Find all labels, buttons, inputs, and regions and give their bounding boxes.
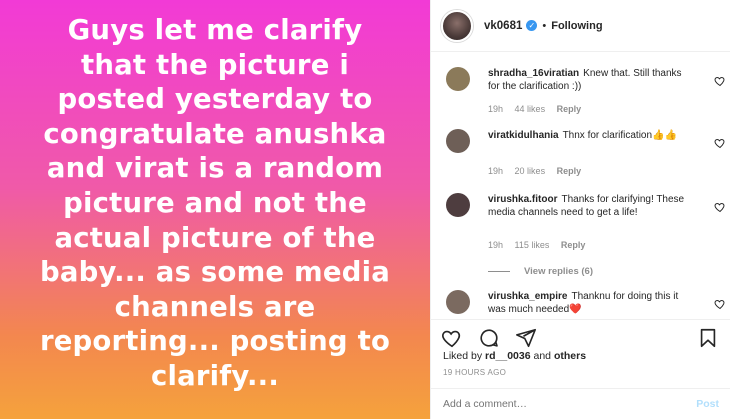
avatar[interactable] (446, 67, 470, 91)
post-actions-bar (431, 319, 730, 353)
comment-body: shradha_16viratian Knew that. Still thank… (488, 67, 693, 93)
comment-likes[interactable]: 20 likes (515, 166, 546, 176)
avatar[interactable] (446, 129, 470, 153)
comment-username[interactable]: shradha_16viratian (488, 68, 579, 79)
comment-input[interactable] (443, 398, 663, 410)
add-comment-bar: Post (431, 388, 730, 419)
comment-time[interactable]: 19h (488, 166, 503, 176)
post-author-username[interactable]: vk0681 (484, 20, 522, 32)
comment-likes[interactable]: 44 likes (515, 104, 546, 114)
comment-time[interactable]: 19h (488, 240, 503, 250)
story-line: and virat is a random (46, 152, 384, 185)
story-line: picture and not the (63, 186, 367, 219)
heart-icon[interactable] (714, 75, 726, 87)
story-line: that the picture i (81, 48, 349, 81)
comment-body: virushka_empire Thanknu for doing this it… (488, 290, 693, 316)
comment-meta: 19h 115 likes Reply (488, 240, 594, 250)
avatar[interactable] (446, 193, 470, 217)
liked-by-user[interactable]: rd__0036 (485, 350, 531, 362)
comments-list[interactable]: shradha_16viratian Knew that. Still thank… (431, 53, 730, 319)
story-line: posted yesterday to (57, 83, 373, 116)
replies-divider-line (488, 271, 510, 272)
comment-icon[interactable] (478, 327, 500, 349)
bookmark-icon[interactable] (697, 327, 719, 349)
story-line: Guys let me clarify (67, 14, 363, 46)
heart-icon[interactable] (714, 298, 726, 310)
liked-by-middle: and (533, 350, 552, 362)
view-replies-label: View replies (6) (524, 266, 593, 277)
comment-time[interactable]: 19h (488, 104, 503, 114)
story-line: actual picture of the (54, 221, 376, 254)
header-separator: • (542, 19, 547, 32)
reply-button[interactable]: Reply (557, 166, 582, 176)
following-button[interactable]: Following (551, 20, 602, 32)
comment-body: virushka.fitoor Thanks for clarifying! Th… (488, 193, 693, 219)
liked-by-others[interactable]: others (554, 350, 586, 362)
post-side-panel: vk0681 ✓ • Following shradha_16viratian K… (430, 0, 730, 419)
verified-icon: ✓ (526, 20, 538, 31)
post-story-text: Guys let me clarify that the picture i p… (5, 13, 425, 394)
reply-button[interactable]: Reply (557, 104, 582, 114)
post-header: vk0681 ✓ • Following (431, 0, 730, 52)
story-line: reporting... posting to (39, 325, 391, 358)
share-icon[interactable] (515, 327, 537, 349)
liked-by-prefix: Liked by (443, 350, 483, 362)
reply-button[interactable]: Reply (561, 240, 586, 250)
comment-username[interactable]: virushka.fitoor (488, 194, 557, 205)
comment-username[interactable]: virushka_empire (488, 291, 568, 302)
avatar[interactable] (446, 290, 470, 314)
story-line: baby... as some media (39, 256, 391, 289)
story-line: clarify... (151, 359, 279, 392)
view-replies-button[interactable]: View replies (6) (488, 266, 593, 277)
comment-meta: 19h 20 likes Reply (488, 166, 590, 176)
avatar[interactable] (441, 9, 473, 42)
heart-icon[interactable] (714, 201, 726, 213)
story-line: channels are (114, 290, 316, 323)
comment-meta: 19h 44 likes Reply (488, 104, 590, 114)
comment-username[interactable]: viratkidulhania (488, 130, 559, 141)
post-image: Guys let me clarify that the picture i p… (0, 0, 430, 419)
liked-by-summary: Liked by rd__0036 and others (443, 350, 586, 362)
comment-body: viratkidulhania Thnx for clarification👍👍 (488, 129, 693, 142)
heart-icon[interactable] (714, 137, 726, 149)
heart-icon[interactable] (441, 327, 463, 349)
post-comment-button[interactable]: Post (696, 398, 719, 410)
comment-likes[interactable]: 115 likes (515, 240, 550, 250)
post-timestamp[interactable]: 19 HOURS AGO (443, 368, 506, 377)
story-line: congratulate anushka (43, 117, 387, 150)
comment-text: Thnx for clarification👍👍 (562, 130, 677, 141)
